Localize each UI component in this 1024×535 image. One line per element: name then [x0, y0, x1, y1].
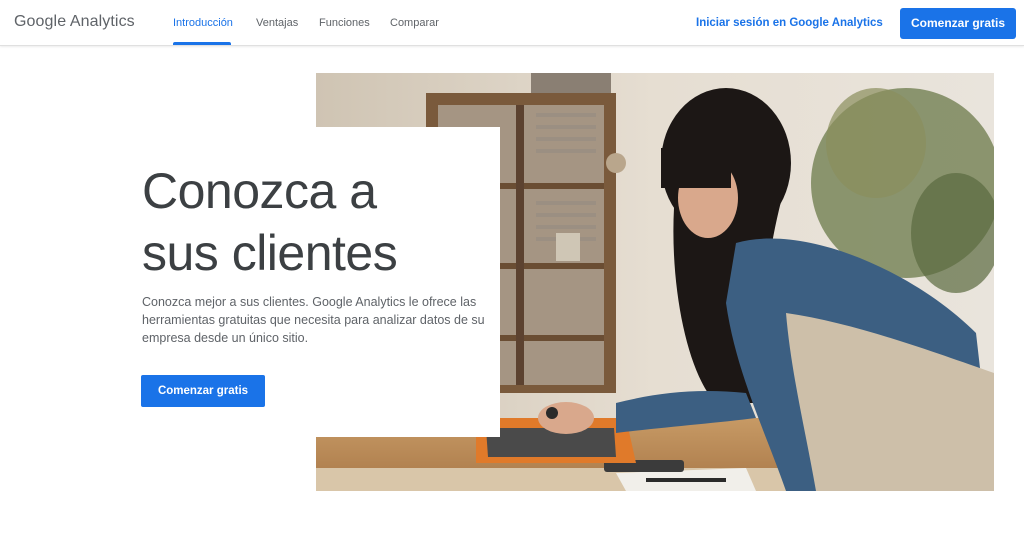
nav-tab-introduccion[interactable]: Introducción	[173, 17, 233, 29]
nav-tab-comparar[interactable]: Comparar	[390, 17, 439, 29]
top-navigation-bar: Google Analytics Introducción Ventajas F…	[0, 0, 1024, 46]
nav-tab-funciones[interactable]: Funciones	[319, 17, 370, 29]
hero-headline-line1: Conozca a	[142, 163, 377, 219]
nav-tab-ventajas[interactable]: Ventajas	[256, 17, 298, 29]
active-tab-indicator	[173, 42, 231, 45]
signin-link[interactable]: Iniciar sesión en Google Analytics	[696, 17, 883, 29]
start-free-button-hero[interactable]: Comenzar gratis	[141, 375, 265, 407]
hero-headline-line2: sus clientes	[142, 225, 398, 281]
google-analytics-logo[interactable]: Google Analytics	[14, 13, 135, 31]
hero-headline: Conozca a sus clientes	[142, 160, 398, 284]
hero-description: Conozca mejor a sus clientes. Google Ana…	[142, 295, 485, 345]
start-free-button-header[interactable]: Comenzar gratis	[900, 8, 1016, 39]
